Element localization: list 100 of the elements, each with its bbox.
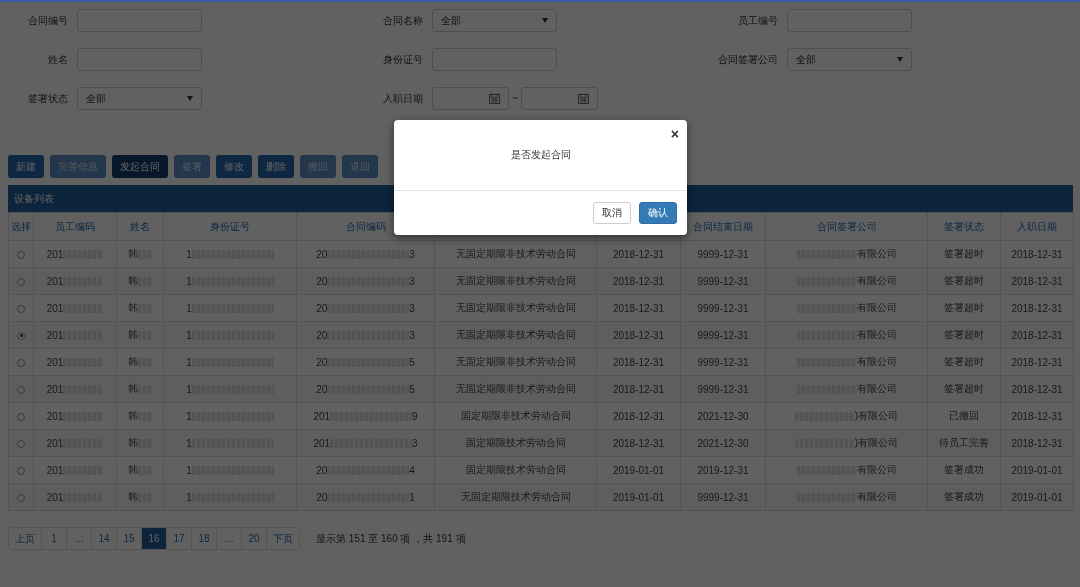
dialog-message: 是否发起合同 xyxy=(510,148,571,162)
radio-button[interactable] xyxy=(17,385,25,394)
table-cell: 9999-12-31 xyxy=(680,294,766,322)
select-field[interactable]: 全部 xyxy=(787,48,912,71)
table-cell: 2018-12-31 xyxy=(596,348,681,376)
radio-button[interactable] xyxy=(17,412,25,421)
table-cell: 2019-01-01 xyxy=(1000,483,1074,511)
table-cell: 201 xyxy=(46,491,64,503)
table-cell: 有限公司 xyxy=(856,464,897,475)
table-cell: 无固定期限非技术劳动合同 xyxy=(434,348,597,376)
table-cell: 201 xyxy=(46,302,64,314)
table-cell: 201 xyxy=(46,275,64,287)
radio-button[interactable] xyxy=(17,331,25,340)
dialog-button[interactable]: 确认 xyxy=(639,202,677,224)
caret-icon xyxy=(187,96,193,101)
table-cell: 201 xyxy=(313,410,331,422)
table-cell: 签署成功 xyxy=(927,456,1001,484)
table-cell: 20 xyxy=(316,464,328,476)
table-cell: 韩 xyxy=(128,410,138,421)
radio-button[interactable] xyxy=(17,358,25,367)
table-cell: 4 xyxy=(409,464,415,476)
table-cell: 1 xyxy=(186,464,192,476)
table-cell: 2021-12-30 xyxy=(680,402,766,430)
table-cell: 2018-12-31 xyxy=(596,294,681,322)
table-cell: 2018-12-31 xyxy=(596,321,681,349)
table-cell: 201 xyxy=(46,248,64,260)
table-cell: 1 xyxy=(409,491,415,503)
field-label: 姓名 xyxy=(47,52,68,67)
table-cell: )有限公司 xyxy=(854,410,899,421)
table-cell: 3 xyxy=(409,275,415,287)
radio-button[interactable] xyxy=(17,277,25,286)
table-cell: 1 xyxy=(186,329,192,341)
date-field[interactable] xyxy=(432,87,509,110)
table-cell: 2018-12-31 xyxy=(596,375,681,403)
column-header: 选择 xyxy=(8,212,34,241)
table-cell: 无固定期限非技术劳动合同 xyxy=(434,240,597,268)
table-cell: 3 xyxy=(409,329,415,341)
radio-button[interactable] xyxy=(17,439,25,448)
table-cell: 2018-12-31 xyxy=(1000,429,1074,457)
caret-icon xyxy=(897,57,903,62)
table-cell: 201 xyxy=(313,437,331,449)
table-cell: 20 xyxy=(316,302,328,314)
table-cell: 20 xyxy=(316,356,328,368)
table-cell: 韩 xyxy=(128,329,138,340)
toolbar-button[interactable]: 删除 xyxy=(258,155,294,178)
table-cell: 201 xyxy=(46,437,64,449)
field-label: 合同签署公司 xyxy=(717,52,778,67)
table-cell: 5 xyxy=(409,356,415,368)
table-cell: 2018-12-31 xyxy=(1000,267,1074,295)
table-cell: 2019-01-01 xyxy=(1000,456,1074,484)
table-cell: 1 xyxy=(186,491,192,503)
toolbar-button[interactable]: 新建 xyxy=(8,155,44,178)
table-cell: 2018-12-31 xyxy=(1000,240,1074,268)
table-cell: 9999-12-31 xyxy=(680,321,766,349)
select-field[interactable]: 全部 xyxy=(77,87,202,110)
table-cell: 20 xyxy=(316,248,328,260)
table-cell: 韩 xyxy=(128,356,138,367)
table-cell: 1 xyxy=(186,437,192,449)
table-cell: 2019-12-31 xyxy=(680,456,766,484)
table-cell: 韩 xyxy=(128,302,138,313)
table-cell: 9999-12-31 xyxy=(680,375,766,403)
table-cell: 2018-12-31 xyxy=(596,240,681,268)
column-header: 合同签署公司 xyxy=(765,212,928,241)
close-button[interactable]: × xyxy=(670,126,679,142)
page-button[interactable]: 下页 xyxy=(266,528,299,549)
table-cell: 2018-12-31 xyxy=(1000,402,1074,430)
table-cell: 3 xyxy=(409,248,415,260)
field-label: 身份证号 xyxy=(382,52,423,67)
toolbar-button[interactable]: 发起合同 xyxy=(112,155,168,178)
calendar-icon xyxy=(489,93,500,104)
table-cell: 9999-12-31 xyxy=(680,240,766,268)
radio-button[interactable] xyxy=(17,250,25,259)
table-cell: 2019-01-01 xyxy=(596,456,681,484)
radio-button[interactable] xyxy=(17,466,25,475)
table-cell: 固定期限非技术劳动合同 xyxy=(434,402,597,430)
table-cell: 9999-12-31 xyxy=(680,483,766,511)
select-field[interactable]: 全部 xyxy=(432,9,557,32)
dialog-button[interactable]: 取消 xyxy=(593,202,631,224)
field-label: 入职日期 xyxy=(382,91,423,106)
toolbar-button[interactable]: 修改 xyxy=(216,155,252,178)
page-button[interactable]: 16 xyxy=(141,528,166,549)
table-cell: 1 xyxy=(186,302,192,314)
table-cell: 9999-12-31 xyxy=(680,348,766,376)
range-separator: ~ xyxy=(512,93,518,104)
field-label: 员工编号 xyxy=(737,13,778,28)
table-cell: 韩 xyxy=(128,464,138,475)
table-cell: 1 xyxy=(186,383,192,395)
table-cell: 2018-12-31 xyxy=(1000,348,1074,376)
table-cell: 201 xyxy=(46,356,64,368)
column-header: 签署状态 xyxy=(927,212,1001,241)
table-cell: 有限公司 xyxy=(856,356,897,367)
date-field[interactable] xyxy=(520,87,598,110)
table-cell: 9999-12-31 xyxy=(680,267,766,295)
table-cell: 20 xyxy=(316,329,328,341)
table-cell: 2018-12-31 xyxy=(1000,375,1074,403)
radio-button[interactable] xyxy=(17,304,25,313)
table-cell: 1 xyxy=(186,275,192,287)
table-cell: 9 xyxy=(412,410,418,422)
table-cell: 201 xyxy=(46,464,64,476)
radio-button[interactable] xyxy=(17,493,25,502)
